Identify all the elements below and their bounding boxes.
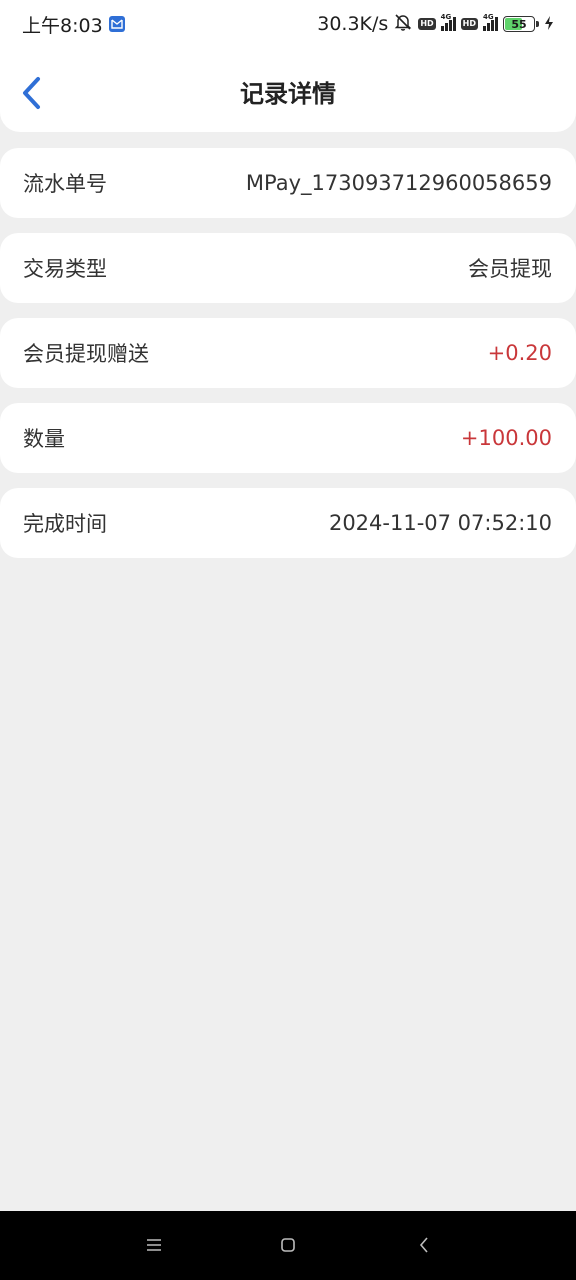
bell-off-icon <box>393 12 413 37</box>
detail-label: 完成时间 <box>23 512 107 536</box>
signal-icon-2: 4G <box>483 13 498 31</box>
detail-label: 交易类型 <box>23 257 107 281</box>
back-triangle-icon <box>419 1237 428 1253</box>
battery-icon: 55 <box>503 16 539 32</box>
mail-icon <box>108 16 125 32</box>
status-bar-right: 30.3K/s HD 4G HD 4G 55 <box>317 12 554 37</box>
detail-row-completion-time: 完成时间 2024-11-07 07:52:10 <box>0 488 576 558</box>
signal-icon-1: 4G <box>440 13 456 31</box>
detail-row-bonus: 会员提现赠送 +0.20 <box>0 318 576 388</box>
nav-menu-button[interactable] <box>142 1233 166 1257</box>
hd-badge-2: HD <box>460 18 478 30</box>
detail-label: 数量 <box>23 427 65 451</box>
home-square-icon <box>281 1238 295 1252</box>
page-title: 记录详情 <box>240 80 336 108</box>
detail-label: 会员提现赠送 <box>23 342 149 366</box>
screen: 上午8:03 30.3K/s HD 4G HD 4G 55 记录详情 流水单号 … <box>0 0 576 1280</box>
charging-icon <box>544 13 554 35</box>
detail-row-amount: 数量 +100.00 <box>0 403 576 473</box>
nav-back-button[interactable] <box>412 1233 436 1257</box>
signal-type-2: 4G <box>483 13 494 21</box>
system-nav-bar <box>0 1211 576 1280</box>
status-bar: 上午8:03 30.3K/s HD 4G HD 4G 55 <box>0 0 576 48</box>
hd-badge-1: HD <box>418 18 436 30</box>
nav-home-button[interactable] <box>276 1233 300 1257</box>
detail-value: 2024-11-07 07:52:10 <box>328 511 552 535</box>
status-bar-left: 上午8:03 <box>22 11 125 38</box>
network-speed: 30.3K/s <box>317 13 389 35</box>
detail-value: MPay_173093712960058659 <box>245 171 552 195</box>
detail-label: 流水单号 <box>23 172 107 196</box>
detail-value: +0.20 <box>487 341 552 365</box>
menu-icon <box>147 1239 161 1251</box>
status-time: 上午8:03 <box>22 14 103 37</box>
battery-level: 55 <box>511 17 527 31</box>
detail-value: +100.00 <box>460 426 552 450</box>
signal-type-1: 4G <box>440 13 452 21</box>
detail-value: 会员提现 <box>468 257 552 281</box>
detail-row-transaction-type: 交易类型 会员提现 <box>0 233 576 303</box>
app-header: 记录详情 <box>0 48 576 132</box>
detail-row-serial-number: 流水单号 MPay_173093712960058659 <box>0 148 576 218</box>
